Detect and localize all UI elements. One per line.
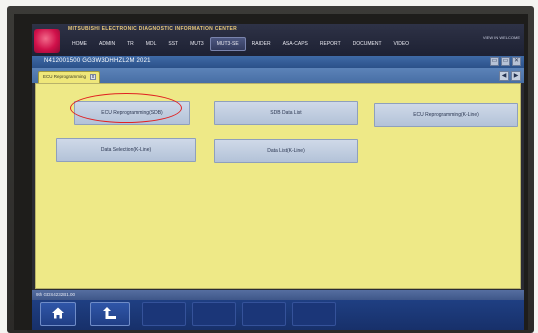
toolbar-slot-5[interactable] [242,302,286,326]
bottom-toolbar [32,300,524,330]
toolbar-slot-3[interactable] [142,302,186,326]
toolbar-slot-4[interactable] [192,302,236,326]
back-button[interactable] [90,302,130,326]
tab-prev-button[interactable]: ◀ [499,71,509,81]
close-window-button[interactable]: ✕ [512,57,521,66]
status-bar: 9th GDS4232B1.00 [32,290,524,300]
main-nav: HOME ADMIN TR MDL SST MUT3 MUT3-SE RAIDER ASA-CA… [66,37,415,51]
nav-item-document[interactable]: DOCUMENT [347,37,388,51]
ecu-reprogramming-sdb-button[interactable]: ECU Reprogramming(SDB) [74,101,190,125]
status-text: 9th GDS4232B1.00 [36,292,76,297]
nav-item-tr[interactable]: TR [121,37,140,51]
main-content: ECU Reprogramming(SDB) SDB Data List ECU… [35,83,521,289]
maximize-button[interactable]: ▭ [501,57,510,66]
sdb-data-list-button[interactable]: SDB Data List [214,101,358,125]
nav-item-mut3[interactable]: MUT3 [184,37,210,51]
tab-next-button[interactable]: ▶ [511,71,521,81]
toolbar-slot-6[interactable] [292,302,336,326]
data-selection-kline-button[interactable]: Data Selection(K-Line) [56,138,196,162]
ecu-reprogramming-kline-button[interactable]: ECU Reprogramming(K-Line) [374,103,518,127]
brand-logo [34,29,60,53]
nav-item-report[interactable]: REPORT [314,37,347,51]
nav-item-home[interactable]: HOME [66,37,93,51]
vehicle-info-bar: N412001500 GG3W3DHHZL2M 2021 ▭ ▭ ✕ [32,56,524,68]
header-user-info: VIEW IN WELCOME [482,35,520,40]
app-header: MITSUBISHI ELECTRONIC DIAGNOSTIC INFORMA… [32,24,524,56]
nav-item-asa-caps[interactable]: ASA-CAPS [277,37,314,51]
tab-strip: ECU Reprogramming x ◀ ▶ [32,68,524,83]
tab-ecu-reprogramming[interactable]: ECU Reprogramming x [38,71,100,83]
nav-item-mdl[interactable]: MDL [140,37,163,51]
window-controls: ▭ ▭ ✕ [490,57,521,66]
vehicle-info: N412001500 GG3W3DHHZL2M 2021 [44,58,151,64]
tab-close-icon[interactable]: x [90,74,96,80]
nav-item-raider[interactable]: RAIDER [246,37,277,51]
nav-item-admin[interactable]: ADMIN [93,37,121,51]
return-arrow-icon [102,306,118,322]
app-title: MITSUBISHI ELECTRONIC DIAGNOSTIC INFORMA… [68,26,238,32]
home-button[interactable] [40,302,76,326]
tab-label: ECU Reprogramming [43,74,87,79]
nav-item-video[interactable]: VIDEO [388,37,416,51]
data-list-kline-button[interactable]: Data List(K-Line) [214,139,358,163]
screen: MITSUBISHI ELECTRONIC DIAGNOSTIC INFORMA… [32,24,524,330]
nav-item-sst[interactable]: SST [162,37,184,51]
nav-item-mut3-se[interactable]: MUT3-SE [209,37,246,51]
home-icon [51,307,65,322]
tab-navigation: ◀ ▶ [499,71,521,81]
minimize-button[interactable]: ▭ [490,57,499,66]
